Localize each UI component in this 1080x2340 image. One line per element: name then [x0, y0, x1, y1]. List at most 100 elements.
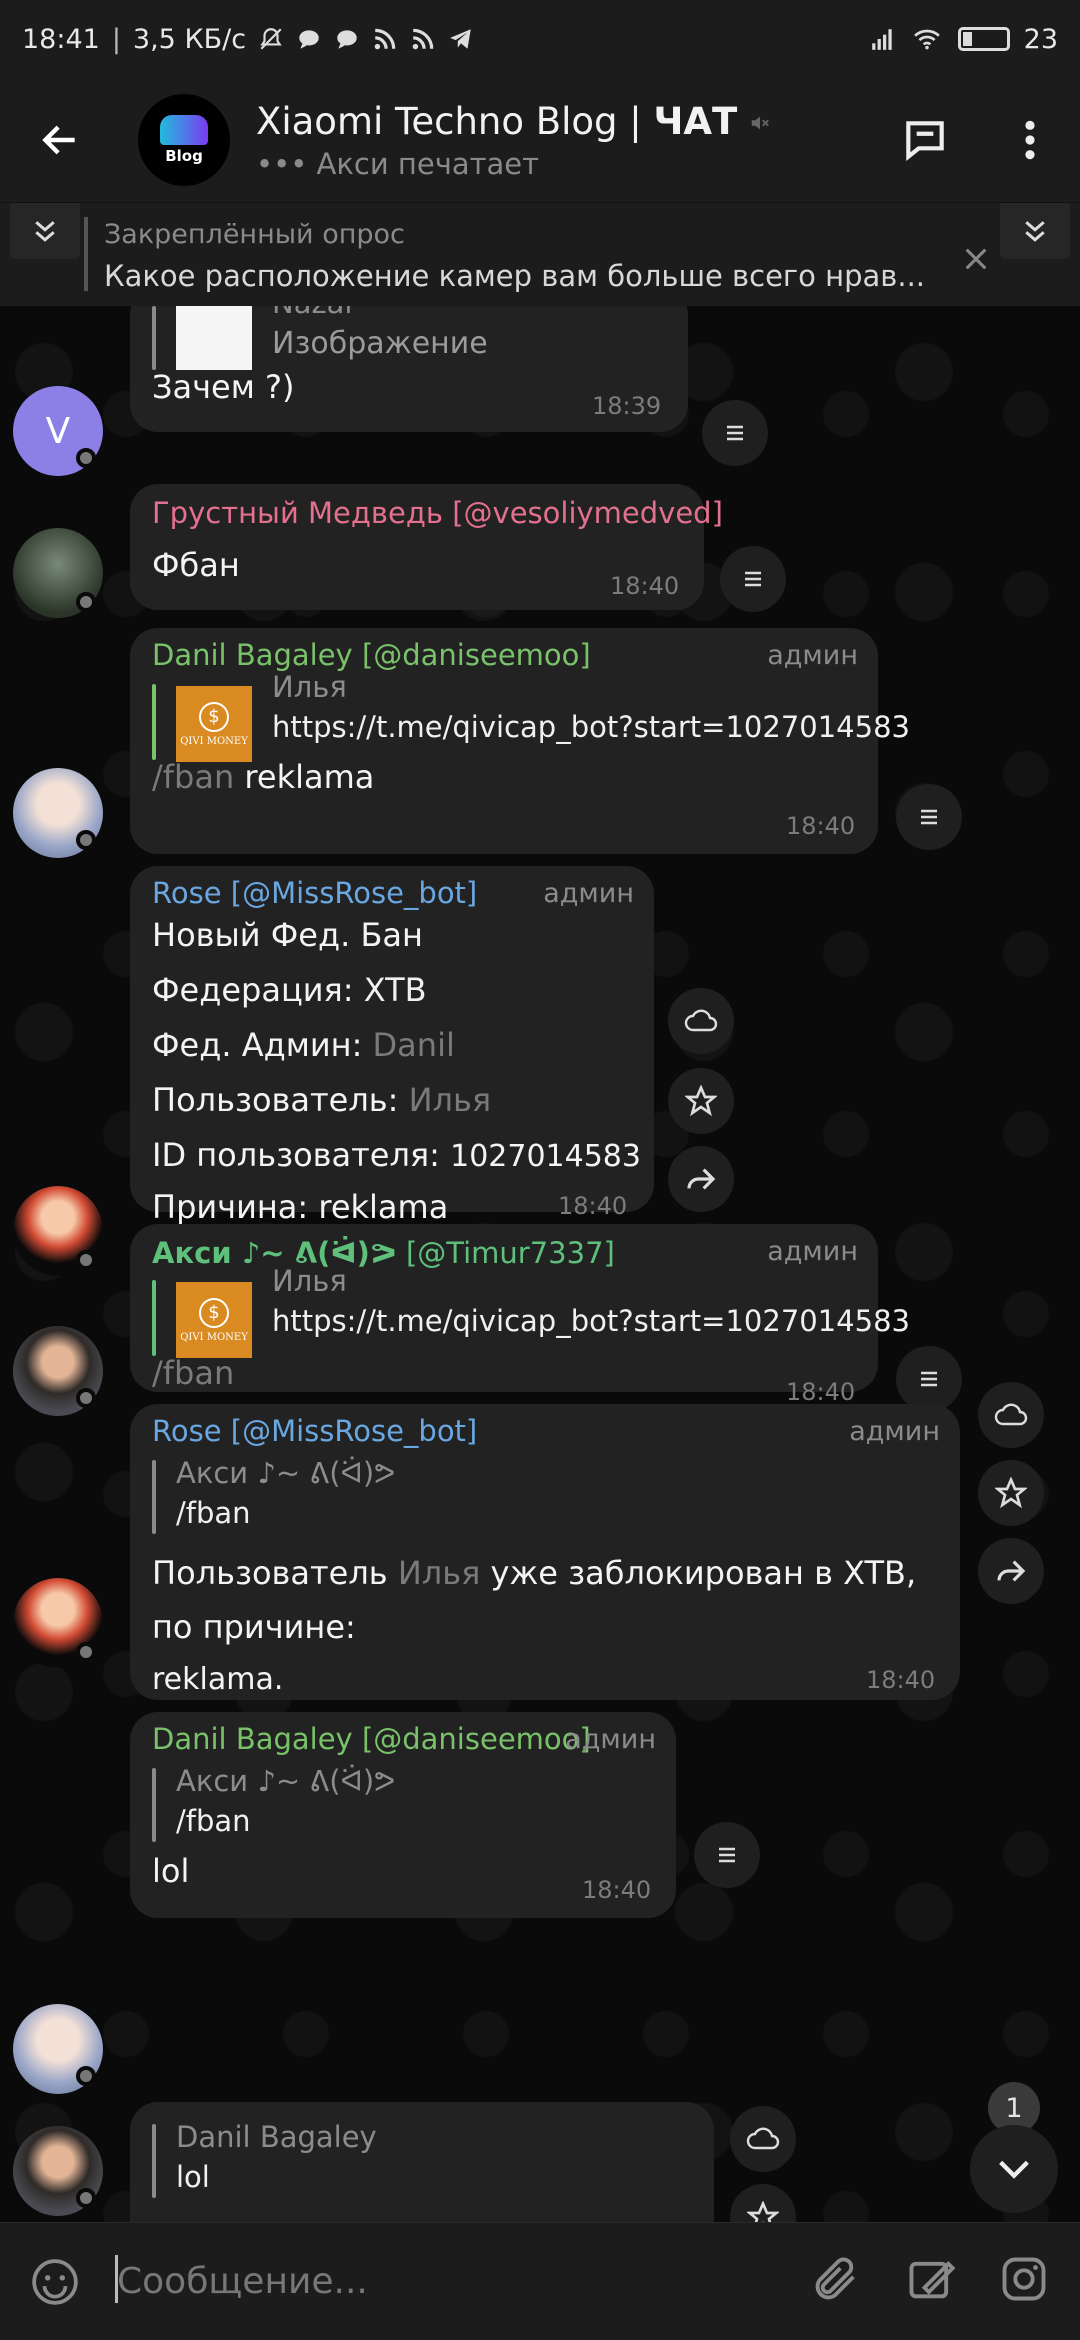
reply-text: /fban [176, 1804, 251, 1838]
chat-title: Xiaomi Techno Blog | ЧАТ [256, 100, 771, 143]
status-time: 18:41 [22, 23, 100, 55]
fedban-value: reklama [318, 1188, 449, 1226]
message-bubble[interactable]: Danil Bagaley [@daniseemoo] админ $ QIVI… [130, 628, 910, 854]
menu-lines-icon [921, 809, 937, 825]
menu-button[interactable] [985, 78, 1075, 202]
message-bubble[interactable]: Danil Bagaley [@daniseemoo] админ Акси ♪… [130, 1712, 676, 1918]
menu-lines-icon [719, 1847, 735, 1863]
share-arrow-icon [997, 1560, 1026, 1582]
fedban-value[interactable]: Илья [409, 1081, 492, 1119]
message-time: 18:40 [866, 1666, 936, 1694]
chat-messages[interactable]: Nazar Изображение Зачем ?) 18:39 V Груст… [0, 306, 1080, 2222]
message-bubble[interactable]: Акси ♪~ ᕕ(ᐛ)ᕗ [@Timur7337] админ $ QIVI … [130, 1224, 910, 1406]
fedban-line: Пользователь: Илья [152, 1081, 491, 1119]
sender-handle: [@vesoliymedved] [452, 496, 723, 530]
paint-icon [909, 2261, 956, 2299]
message-bubble[interactable]: Danil Bagaley lol [130, 2102, 714, 2222]
share-button[interactable] [978, 1538, 1044, 1604]
message-time: 18:40 [786, 1378, 856, 1406]
fedban-value: XTB [363, 971, 427, 1009]
fedban-key: Пользователь: [152, 1081, 399, 1119]
chat-bubble-icon-2 [337, 30, 357, 49]
star-icon [747, 2201, 779, 2222]
pinned-close-button[interactable] [956, 239, 996, 279]
expand-pinned-button[interactable] [1000, 203, 1070, 259]
reply-text: Изображение [272, 326, 488, 361]
online-status-dot [76, 448, 96, 468]
command-text: /fban [152, 758, 235, 796]
fedban-value: 1027014583 [450, 1139, 641, 1174]
signal-icon [871, 29, 892, 50]
mute-bell-icon [260, 28, 282, 50]
message-bubble[interactable]: Грустный Медведь [@vesoliymedved] Фбан 1… [130, 484, 723, 610]
fedban-line: ID пользователя: 1027014583 [152, 1136, 641, 1174]
reply-name: Danil Bagaley [176, 2120, 377, 2154]
cloud-save-button[interactable] [978, 1382, 1044, 1448]
status-bar: 18:41 | 3,5 КБ/с 23 [0, 0, 1080, 78]
chat-avatar[interactable]: Blog [138, 94, 230, 186]
reply-accent-bar [152, 2124, 156, 2198]
discussion-button[interactable] [880, 78, 970, 202]
network-speed: 3,5 КБ/с [132, 23, 247, 55]
reply-name: Акси ♪~ ᕕ(ᐛ)ᕗ [176, 1764, 396, 1798]
message-menu-button[interactable] [896, 1346, 962, 1412]
star-icon [685, 1085, 717, 1117]
back-button[interactable] [0, 78, 120, 202]
pinned-message-bar[interactable]: Закреплённый опрос Какое расположение ка… [0, 202, 1080, 306]
message-menu-button[interactable] [896, 784, 962, 850]
fedban-value[interactable]: Danil [373, 1026, 455, 1064]
favorite-button[interactable] [730, 2184, 796, 2222]
fedban-key: Фед. Админ: [152, 1026, 363, 1064]
message-bubble[interactable]: Rose [@MissRose_bot] админ Новый Фед. Ба… [130, 866, 654, 1226]
pinned-accent-bar [84, 217, 88, 291]
message-input-bar [0, 2222, 1080, 2340]
chevron-down-icon [999, 2160, 1029, 2179]
typing-status: ••• Акси печатает [256, 146, 540, 181]
telegram-icon [450, 29, 471, 49]
menu-lines-icon [727, 425, 743, 441]
fedban-key: Федерация: [152, 971, 354, 1009]
thumbnail-label: QIVI MONEY [180, 735, 248, 747]
more-vertical-icon [1025, 120, 1035, 160]
sticker-draw-button[interactable] [905, 2253, 957, 2309]
admin-badge: админ [565, 1724, 656, 1755]
sender-name: Грустный Медведь [@vesoliymedved] [152, 496, 723, 530]
attach-button[interactable] [810, 2253, 862, 2309]
online-status-dot [76, 1250, 96, 1270]
share-arrow-icon [687, 1168, 716, 1190]
message-bubble[interactable]: Rose [@MissRose_bot] админ Акси ♪~ ᕕ(ᐛ)ᕗ… [130, 1404, 960, 1700]
message-time: 18:40 [786, 812, 856, 840]
message-text-line: по причине: [152, 1608, 356, 1646]
message-body: Пользователь [152, 1554, 398, 1592]
battery-icon [957, 27, 1010, 51]
share-button[interactable] [668, 1146, 734, 1212]
sender-name: Danil Bagaley [@daniseemoo] [152, 638, 591, 672]
avatar-letter: V [45, 410, 71, 452]
scroll-down-button[interactable] [970, 2125, 1058, 2213]
message-time: 18:40 [558, 1192, 628, 1220]
cloud-icon [684, 1009, 718, 1032]
emoji-button[interactable] [30, 2257, 80, 2311]
cloud-save-button[interactable] [730, 2106, 796, 2172]
reply-text: lol [176, 2160, 210, 2194]
favorite-button[interactable] [978, 1460, 1044, 1526]
favorite-button[interactable] [668, 1068, 734, 1134]
instagram-camera-icon [1002, 2257, 1046, 2301]
muted-speaker-icon [751, 116, 769, 130]
message-menu-button[interactable] [694, 1822, 760, 1888]
thumbnail-label: QIVI MONEY [180, 1331, 248, 1343]
camera-button[interactable] [998, 2253, 1050, 2309]
user-mention[interactable]: Илья [398, 1554, 481, 1592]
message-menu-button[interactable] [720, 546, 786, 612]
wifi-icon [913, 29, 940, 50]
message-input[interactable] [115, 2251, 755, 2311]
close-icon [965, 248, 987, 270]
message-text: Фбан [152, 546, 240, 584]
menu-lines-icon [745, 571, 761, 587]
message-bubble[interactable]: Nazar Изображение Зачем ?) 18:39 [130, 306, 688, 432]
reply-thumbnail: $ QIVI MONEY [176, 1282, 252, 1358]
message-menu-button[interactable] [702, 400, 768, 466]
collapse-button[interactable] [10, 203, 80, 259]
chat-title-block[interactable]: Xiaomi Techno Blog | ЧАТ ••• Акси печата… [256, 100, 771, 181]
cloud-save-button[interactable] [668, 988, 734, 1054]
